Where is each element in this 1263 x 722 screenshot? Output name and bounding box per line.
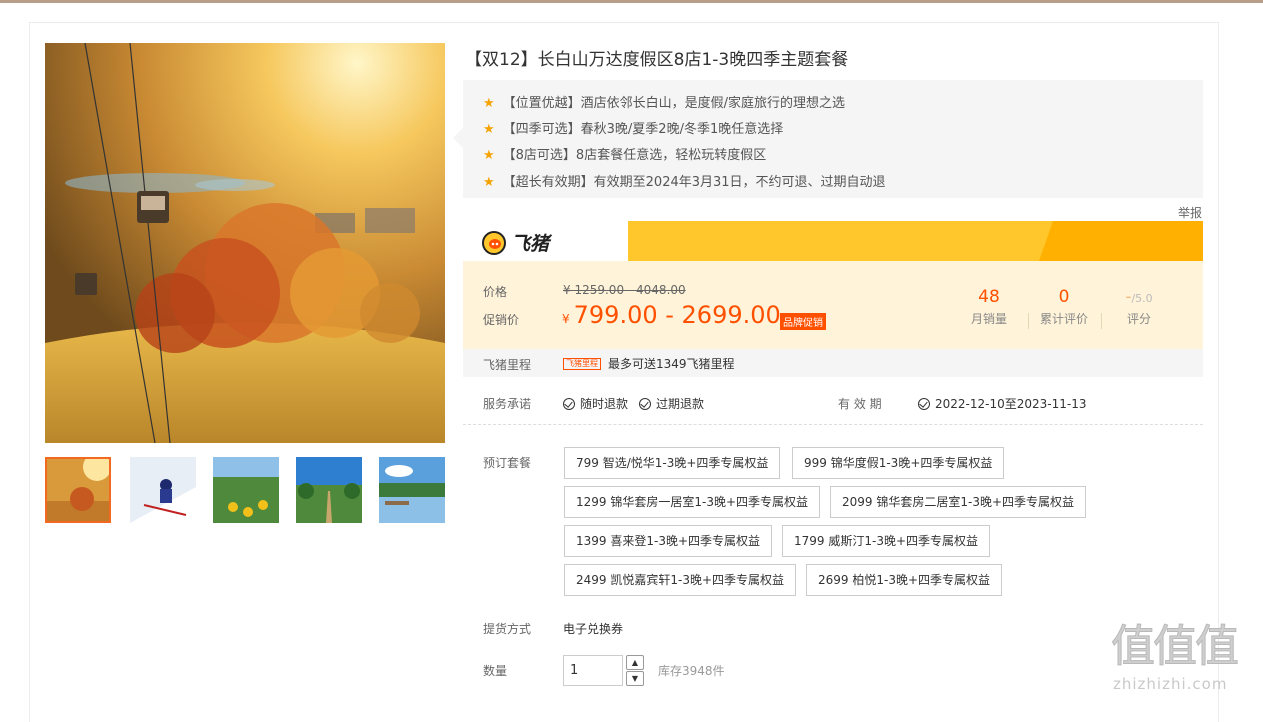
mileage-label: 飞猪里程 [483,358,532,372]
package-label: 预订套餐 [483,456,532,470]
delivery-value: 电子兑换券 [563,622,624,636]
chevron-down-icon: ▼ [631,674,639,683]
star-icon: ★ [483,148,495,163]
original-price: ¥ 1259.00 - 4048.00 [563,283,686,297]
package-option[interactable]: 999 锦华度假1-3晚+四季专属权益 [792,447,1005,479]
star-icon: ★ [483,175,495,190]
watermark: 值值值 zhizhizhi.com [1111,621,1240,693]
service-row: 服务承诺 随时退款 过期退款 有 效 期 2022-12-10至2023-11-… [463,385,1203,425]
star-icon: ★ [483,96,495,111]
validity-value: 2022-12-10至2023-11-13 [918,395,1086,412]
package-option[interactable]: 1399 喜来登1-3晚+四季专属权益 [564,525,773,557]
package-option[interactable]: 1799 威斯汀1-3晚+四季专属权益 [782,525,991,557]
price-label: 价格 [483,285,508,299]
package-option[interactable]: 799 智选/悦华1-3晚+四季专属权益 [564,447,781,479]
service-refund-anytime: 随时退款 [563,395,628,412]
package-option[interactable]: 2499 凯悦嘉宾轩1-3晚+四季专属权益 [564,564,797,596]
thumbnail-4[interactable] [296,457,362,523]
thumbnail-1[interactable] [45,457,111,523]
promo-price-label: 促销价 [483,313,520,327]
service-label: 服务承诺 [483,397,532,411]
brand-name: 飞猪 [511,233,550,255]
thumbnail-5[interactable] [379,457,445,523]
check-circle-icon [918,398,930,410]
rating: -/5.0 评分 [1125,287,1153,326]
monthly-sales: 48 月销量 [970,287,1007,326]
price-panel: 价格 ¥ 1259.00 - 4048.00 促销价 ¥ 799.00 - 26… [463,261,1203,349]
star-icon: ★ [483,122,495,137]
feature-item: ★ 【超长有效期】有效期至2024年3月31日，不约可退、过期自动退 [483,175,886,190]
fliggy-banner: 飞猪 [463,221,1203,261]
feature-item: ★ 【8店可选】8店套餐任意选，轻松玩转度假区 [483,148,767,163]
top-accent-line [0,0,1263,3]
promo-price: ¥ 799.00 - 2699.00 [562,301,781,329]
thumbnail-3[interactable] [213,457,279,523]
report-link[interactable]: 举报 [1178,204,1202,221]
validity-label: 有 效 期 [838,397,882,411]
package-option[interactable]: 2099 锦华套房二居室1-3晚+四季专属权益 [830,486,1087,518]
chevron-up-icon: ▲ [631,658,639,667]
mileage-row: 飞猪里程 飞猪里程 最多可送1349飞猪里程 [463,349,1203,377]
brand-promo-badge: 品牌促销 [780,313,826,330]
fliggy-logo-icon [482,230,506,255]
check-circle-icon [563,398,575,410]
main-product-image[interactable] [45,43,445,443]
check-circle-icon [639,398,651,410]
feature-item: ★ 【四季可选】春秋3晚/夏季2晚/冬季1晚任意选择 [483,122,784,137]
delivery-label: 提货方式 [483,622,532,636]
quantity-increase-button[interactable]: ▲ [626,655,644,670]
mileage-badge: 飞猪里程 [563,358,601,370]
service-refund-expired: 过期退款 [639,395,704,412]
quantity-label: 数量 [483,664,508,678]
feature-list: ★ 【位置优越】酒店依邻长白山，是度假/家庭旅行的理想之选 ★ 【四季可选】春秋3晚… [453,80,1203,198]
product-title: 【双12】长白山万达度假区8店1-3晚四季主题套餐 [465,50,849,70]
total-reviews[interactable]: 0 累计评价 [1028,287,1100,327]
thumbnail-2[interactable] [130,457,196,523]
mileage-text: 最多可送1349飞猪里程 [608,357,735,371]
feature-item: ★ 【位置优越】酒店依邻长白山，是度假/家庭旅行的理想之选 [483,96,846,111]
quantity-decrease-button[interactable]: ▼ [626,671,644,686]
package-option[interactable]: 1299 锦华套房一居室1-3晚+四季专属权益 [564,486,821,518]
fliggy-logo: 飞猪 [481,229,549,256]
package-option[interactable]: 2699 柏悦1-3晚+四季专属权益 [806,564,1003,596]
quantity-input[interactable]: 1 [563,655,623,686]
stock-count: 库存3948件 [658,664,725,678]
